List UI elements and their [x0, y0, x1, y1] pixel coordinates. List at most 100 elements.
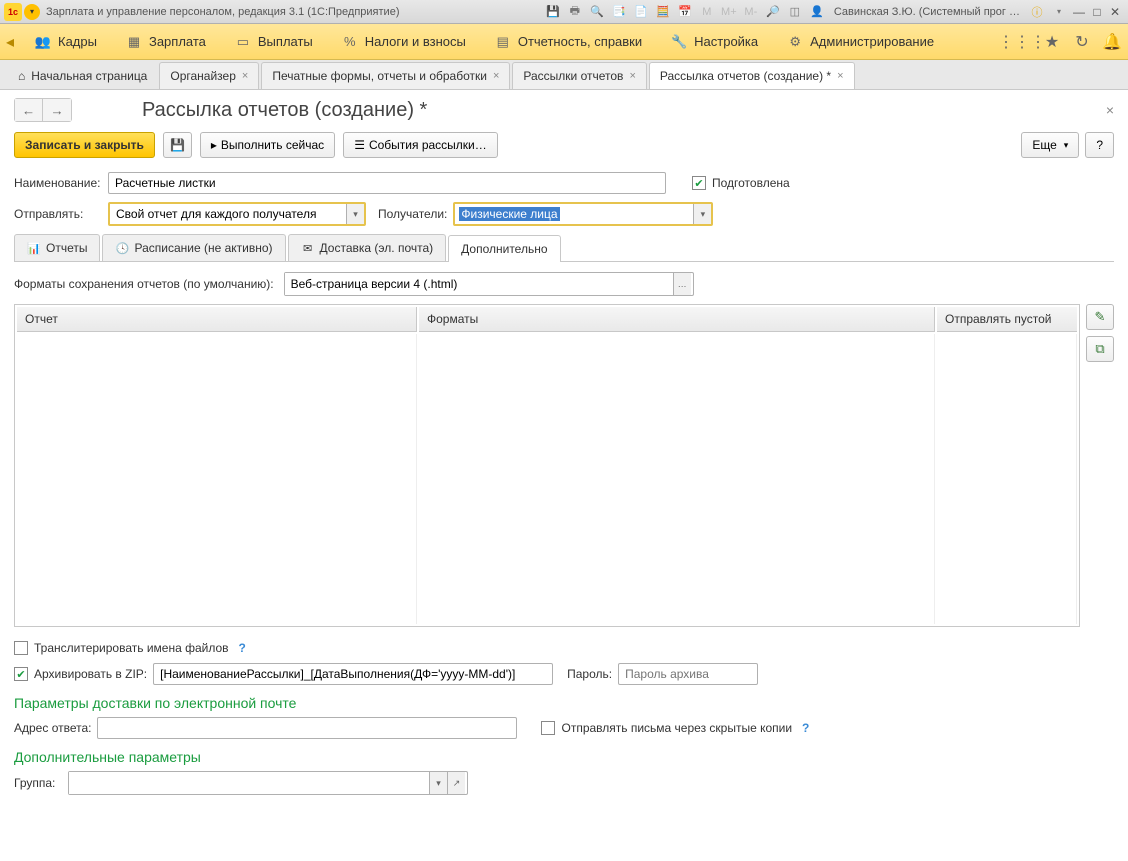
close-icon[interactable]: × [493, 70, 499, 82]
compare-icon[interactable]: 📑 [610, 3, 628, 21]
translit-label: Транслитерировать имена файлов [34, 641, 229, 655]
reports-table[interactable]: Отчет Форматы Отправлять пустой [14, 304, 1080, 627]
help-button[interactable]: ? [1085, 132, 1114, 158]
nav-prev-icon[interactable]: ◂ [6, 32, 20, 52]
menu-otchetnost[interactable]: ▤Отчетность, справки [494, 33, 642, 51]
memory-mplus-icon[interactable]: M+ [720, 3, 738, 21]
home-tab[interactable]: ⌂Начальная страница [6, 63, 159, 89]
bell-icon[interactable]: 🔔 [1102, 32, 1122, 52]
tab-rassylki[interactable]: Рассылки отчетов× [512, 62, 646, 89]
preview-icon[interactable]: 🔍 [588, 3, 606, 21]
close-icon[interactable]: × [837, 70, 843, 82]
edit-row-button[interactable]: ✎ [1086, 304, 1114, 330]
user-label[interactable]: Савинская З.Ю. (Системный прог … [834, 6, 1020, 18]
table-row [17, 334, 1077, 624]
clock-icon: 🕓 [115, 241, 129, 255]
menu-zarplata[interactable]: ▦Зарплата [125, 33, 206, 51]
reply-input[interactable] [97, 717, 517, 739]
calc-icon[interactable]: 🧮 [654, 3, 672, 21]
nav-history: ← → [14, 98, 72, 122]
wrench-icon: 🔧 [670, 33, 688, 51]
titlebar: 1c ▾ Зарплата и управление персоналом, р… [0, 0, 1128, 24]
open-icon[interactable]: ↗ [447, 772, 465, 794]
group-combo[interactable]: ▾ ↗ [68, 771, 468, 795]
info-dd-icon[interactable]: ▾ [1050, 3, 1068, 21]
copy-row-button[interactable]: ⧉ [1086, 336, 1114, 362]
play-icon: ▸ [211, 138, 217, 152]
more-button[interactable]: Еще▾ [1021, 132, 1079, 158]
doc-icon[interactable]: 📄 [632, 3, 650, 21]
bcc-checkbox[interactable] [541, 721, 555, 735]
page-toolbar: Записать и закрыть 💾 ▸Выполнить сейчас ☰… [14, 132, 1114, 158]
events-button[interactable]: ☰События рассылки… [343, 132, 498, 158]
name-input[interactable] [108, 172, 666, 194]
col-formats[interactable]: Форматы [419, 307, 935, 332]
main-menu: ◂ 👥Кадры ▦Зарплата ▭Выплаты %Налоги и вз… [0, 24, 1128, 60]
menu-kadry[interactable]: 👥Кадры [34, 33, 97, 51]
subtab-additional[interactable]: Дополнительно [448, 235, 560, 262]
subtab-delivery[interactable]: ✉Доставка (эл. почта) [288, 234, 447, 261]
ellipsis-icon[interactable]: … [673, 273, 691, 295]
chevron-down-icon[interactable]: ▾ [429, 772, 447, 794]
recipients-label: Получатели: [378, 207, 447, 221]
prepared-checkbox[interactable]: ✔ [692, 176, 706, 190]
app-menu-dropdown-icon[interactable]: ▾ [24, 4, 40, 20]
close-icon[interactable]: × [629, 70, 635, 82]
menu-admin[interactable]: ⚙Администрирование [786, 33, 934, 51]
send-combo[interactable]: ▾ [108, 202, 366, 226]
info-icon[interactable]: ⓘ [1028, 3, 1046, 21]
subtab-schedule[interactable]: 🕓Расписание (не активно) [102, 234, 285, 261]
close-window-icon[interactable]: ✕ [1106, 4, 1124, 20]
memory-m-icon[interactable]: M [698, 3, 716, 21]
send-input[interactable] [110, 204, 346, 224]
run-now-button[interactable]: ▸Выполнить сейчас [200, 132, 335, 158]
col-send-empty[interactable]: Отправлять пустой [937, 307, 1077, 332]
save-button[interactable]: 💾 [163, 132, 192, 158]
tab-print-forms[interactable]: Печатные формы, отчеты и обработки× [261, 62, 510, 89]
formats-input[interactable] [285, 273, 673, 295]
help-icon[interactable]: ? [239, 641, 246, 655]
formats-combo[interactable]: … [284, 272, 694, 296]
zip-name-input[interactable] [153, 663, 553, 685]
help-icon[interactable]: ? [802, 721, 809, 735]
col-report[interactable]: Отчет [17, 307, 417, 332]
recipients-combo[interactable]: Физические лица ▾ [453, 202, 713, 226]
zip-checkbox[interactable]: ✔ [14, 667, 28, 681]
percent-icon: % [341, 33, 359, 51]
apps-icon[interactable]: ⋮⋮⋮ [1012, 32, 1032, 52]
menu-nalogi[interactable]: %Налоги и взносы [341, 33, 466, 51]
chevron-down-icon[interactable]: ▾ [693, 204, 711, 224]
back-button[interactable]: ← [15, 99, 43, 121]
subtabs: 📊Отчеты 🕓Расписание (не активно) ✉Достав… [14, 234, 1114, 262]
close-page-icon[interactable]: × [1106, 102, 1114, 118]
chevron-down-icon[interactable]: ▾ [346, 204, 364, 224]
email-section-title: Параметры доставки по электронной почте [14, 695, 1114, 711]
menu-nastroyka[interactable]: 🔧Настройка [670, 33, 758, 51]
zoom-icon[interactable]: 🔎 [764, 3, 782, 21]
additional-panel: Форматы сохранения отчетов (по умолчанию… [14, 262, 1114, 813]
close-icon[interactable]: × [242, 70, 248, 82]
panel-icon[interactable]: ◫ [786, 3, 804, 21]
app-title: Зарплата и управление персоналом, редакц… [46, 6, 399, 18]
tab-organizer[interactable]: Органайзер× [159, 62, 259, 89]
star-icon[interactable]: ★ [1042, 32, 1062, 52]
subtab-reports[interactable]: 📊Отчеты [14, 234, 100, 261]
tab-rassylka-create[interactable]: Рассылка отчетов (создание) *× [649, 62, 855, 89]
chevron-down-icon: ▾ [1064, 140, 1069, 151]
group-input[interactable] [69, 772, 429, 794]
memory-mminus-icon[interactable]: M- [742, 3, 760, 21]
minimize-icon[interactable]: — [1070, 4, 1088, 20]
menu-vyplaty[interactable]: ▭Выплаты [234, 33, 313, 51]
group-label: Группа: [14, 776, 62, 790]
user-icon: 👤 [808, 3, 826, 21]
maximize-icon[interactable]: □ [1088, 4, 1106, 20]
history-icon[interactable]: ↻ [1072, 32, 1092, 52]
translit-checkbox[interactable] [14, 641, 28, 655]
recipients-value[interactable]: Физические лица [459, 207, 559, 221]
password-input[interactable] [618, 663, 758, 685]
print-icon[interactable]: 🖶 [566, 3, 584, 21]
calendar-icon[interactable]: 📅 [676, 3, 694, 21]
save-icon[interactable]: 💾 [544, 3, 562, 21]
forward-button[interactable]: → [43, 99, 71, 121]
save-close-button[interactable]: Записать и закрыть [14, 132, 155, 158]
